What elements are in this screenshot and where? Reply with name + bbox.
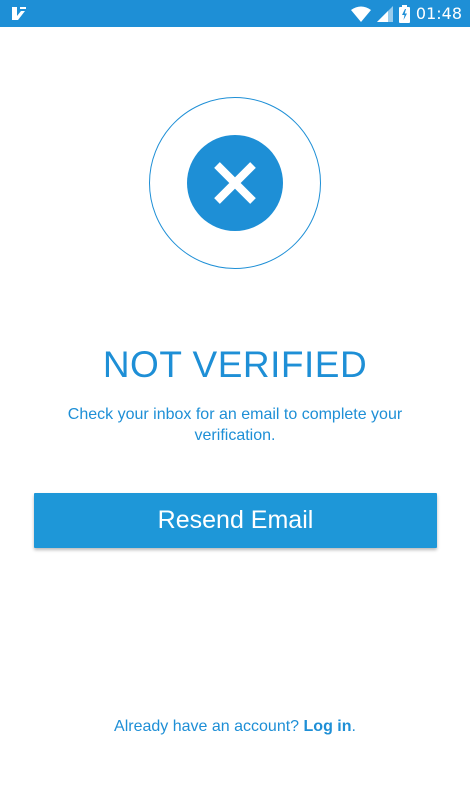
status-time: 01:48 — [415, 4, 462, 23]
login-prompt-text: Already have an account? — [114, 718, 300, 735]
login-prompt: Already have an account? Log in. — [0, 718, 470, 736]
app-notification-icon — [10, 5, 28, 22]
login-prompt-suffix: . — [351, 718, 356, 735]
login-link[interactable]: Log in — [304, 718, 352, 735]
status-indicators: 01:48 — [350, 0, 462, 27]
resend-email-button[interactable]: Resend Email — [34, 493, 437, 548]
verification-message: Check your inbox for an email to complet… — [67, 406, 403, 444]
close-icon — [211, 159, 259, 207]
status-circle — [187, 135, 283, 231]
verification-status-badge — [149, 97, 321, 269]
page-title: NOT VERIFIED — [102, 344, 368, 385]
status-bar: 01:48 — [0, 0, 470, 27]
signal-icon — [376, 5, 393, 22]
wifi-icon — [350, 6, 371, 22]
battery-charging-icon — [398, 4, 410, 23]
